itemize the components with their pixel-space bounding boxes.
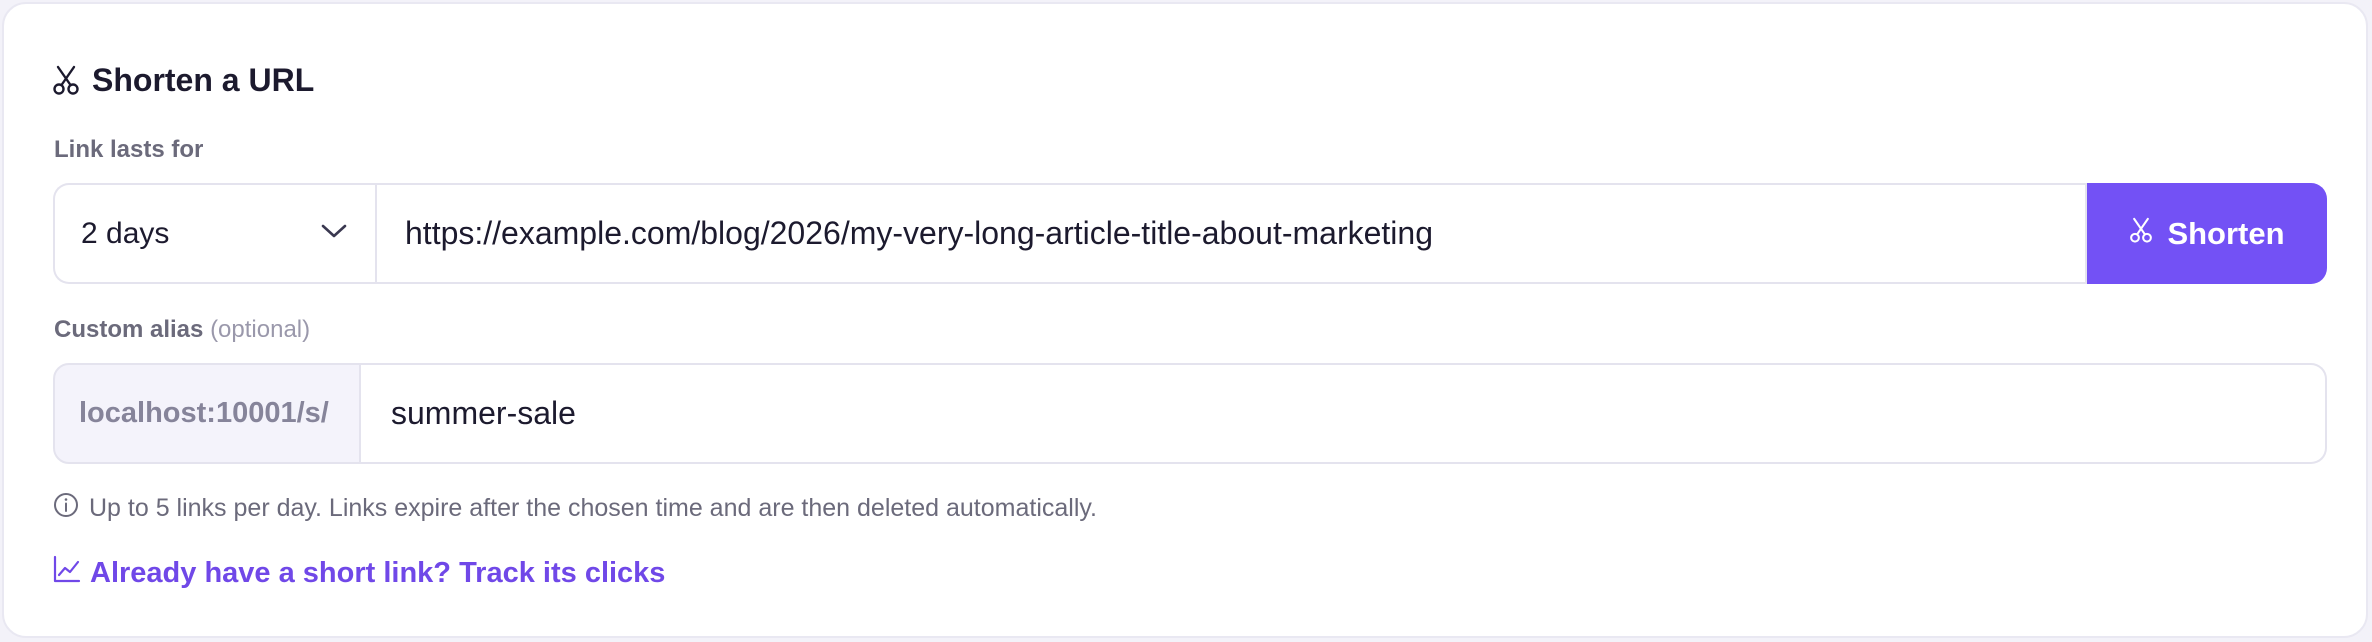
track-clicks-link[interactable]: Already have a short link? Track its cli…: [52, 553, 665, 593]
alias-row: localhost:10001/s/: [53, 363, 2327, 464]
duration-label: Link lasts for: [54, 136, 204, 163]
info-icon: [53, 492, 79, 525]
scissors-icon: [2129, 215, 2153, 253]
card-header: Shorten a URL: [52, 60, 314, 100]
url-field: [375, 183, 2087, 284]
info-note: Up to 5 links per day. Links expire afte…: [53, 492, 1097, 524]
chart-line-icon: [52, 554, 82, 592]
page-title: Shorten a URL: [92, 61, 315, 98]
duration-selected-value: 2 days: [81, 216, 170, 250]
duration-select[interactable]: 2 days: [53, 183, 375, 284]
shorten-form-row: 2 days Shorten: [53, 183, 2327, 284]
alias-label: Custom alias (optional): [54, 316, 310, 344]
url-input[interactable]: [405, 215, 2057, 252]
chevron-down-icon: [321, 223, 347, 244]
track-clicks-label: Already have a short link? Track its cli…: [90, 556, 666, 589]
shorten-button[interactable]: Shorten: [2087, 183, 2327, 284]
alias-label-text: Custom alias: [54, 316, 204, 343]
alias-input[interactable]: [391, 395, 2295, 432]
scissors-icon: [52, 64, 80, 96]
info-text: Up to 5 links per day. Links expire afte…: [89, 493, 1097, 522]
alias-optional-hint: (optional): [210, 316, 311, 343]
alias-prefix: localhost:10001/s/: [53, 363, 361, 464]
shorten-button-label: Shorten: [2167, 215, 2285, 251]
alias-field: [361, 363, 2327, 464]
shorten-card: Shorten a URL Link lasts for 2 days http…: [2, 2, 2368, 638]
